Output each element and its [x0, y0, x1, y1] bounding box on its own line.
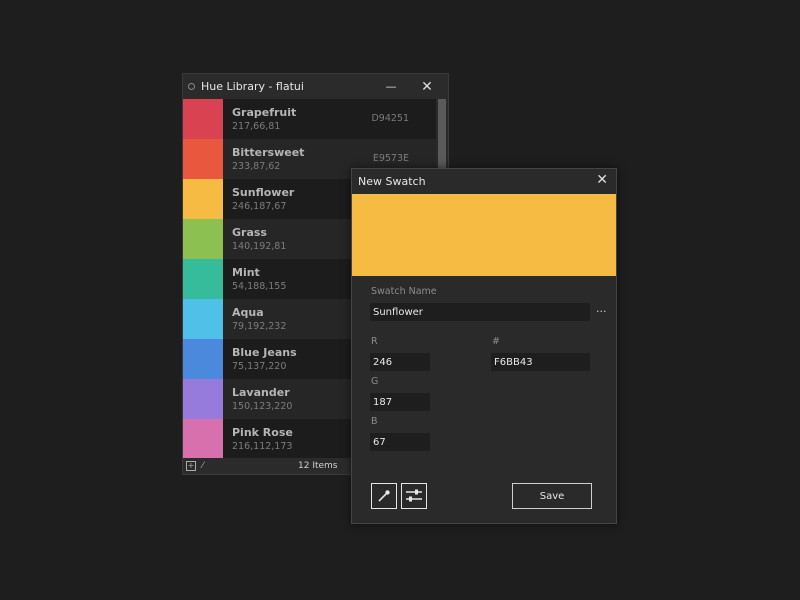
swatch-rgb: 150,123,220	[232, 401, 293, 412]
swatch-color	[183, 259, 223, 299]
save-button[interactable]: Save	[512, 483, 592, 509]
swatch-name: Grapefruit	[232, 106, 297, 119]
swatch-info: Aqua 79,192,232	[223, 299, 286, 339]
dialog-title-bar[interactable]: New Swatch ✕	[352, 169, 616, 194]
dialog-title: New Swatch	[358, 175, 426, 188]
add-swatch-icon[interactable]: +	[186, 461, 196, 471]
more-options-button[interactable]: ···	[596, 305, 607, 318]
eyedropper-icon[interactable]: ⁄	[202, 461, 204, 471]
library-title: Hue Library - flatui	[201, 80, 304, 93]
g-label: G	[371, 376, 379, 387]
swatch-info: Bittersweet 233,87,62	[223, 139, 304, 179]
library-close-button[interactable]: ✕	[412, 74, 442, 99]
new-swatch-dialog: New Swatch ✕ Swatch Name ··· R # G B Sav…	[351, 168, 617, 524]
swatch-rgb: 246,187,67	[232, 201, 287, 212]
swatch-name: Pink Rose	[232, 426, 293, 439]
adjust-sliders-button[interactable]	[401, 483, 427, 509]
swatch-color	[183, 339, 223, 379]
swatch-name: Mint	[232, 266, 260, 279]
item-count: 12 Items	[298, 461, 338, 471]
swatch-color	[183, 219, 223, 259]
swatch-rgb: 140,192,81	[232, 241, 287, 252]
swatch-name-label: Swatch Name	[371, 286, 437, 297]
swatch-color	[183, 139, 223, 179]
r-input[interactable]	[370, 353, 430, 371]
swatch-hex: E9573E	[372, 153, 409, 164]
swatch-info: Grass 140,192,81	[223, 219, 286, 259]
list-item[interactable]: Grapefruit 217,66,81 D94251	[183, 99, 436, 139]
swatch-name: Aqua	[232, 306, 264, 319]
swatch-info: Mint 54,188,155	[223, 259, 286, 299]
swatch-color	[183, 179, 223, 219]
swatch-color	[183, 99, 223, 139]
swatch-rgb: 79,192,232	[232, 321, 287, 332]
swatch-name: Bittersweet	[232, 146, 305, 159]
eyedropper-button[interactable]	[371, 483, 397, 509]
swatch-color	[183, 419, 223, 459]
sliders-icon	[406, 489, 422, 502]
hex-input[interactable]	[491, 353, 590, 371]
swatch-name: Grass	[232, 226, 267, 239]
swatch-info: Lavander 150,123,220	[223, 379, 292, 419]
b-input[interactable]	[370, 433, 430, 451]
swatch-hex: D94251	[371, 113, 409, 124]
swatch-name-input[interactable]	[370, 303, 590, 321]
swatch-color	[183, 379, 223, 419]
hex-label: #	[492, 336, 500, 347]
swatch-rgb: 217,66,81	[232, 121, 281, 132]
swatch-name: Sunflower	[232, 186, 295, 199]
swatch-rgb: 216,112,173	[232, 441, 293, 452]
window-icon	[188, 83, 195, 90]
swatch-info: Blue Jeans 75,137,220	[223, 339, 297, 379]
swatch-rgb: 54,188,155	[232, 281, 287, 292]
swatch-color	[183, 299, 223, 339]
scrollbar-thumb[interactable]	[438, 99, 446, 179]
swatch-info: Pink Rose 216,112,173	[223, 419, 293, 459]
swatch-rgb: 75,137,220	[232, 361, 287, 372]
swatch-name: Blue Jeans	[232, 346, 297, 359]
b-label: B	[371, 416, 378, 427]
swatch-rgb: 233,87,62	[232, 161, 281, 172]
g-input[interactable]	[370, 393, 430, 411]
minimize-button[interactable]: —	[376, 74, 406, 99]
r-label: R	[371, 336, 378, 347]
dialog-close-button[interactable]: ✕	[596, 172, 608, 188]
swatch-info: Grapefruit 217,66,81	[223, 99, 296, 139]
swatch-info: Sunflower 246,187,67	[223, 179, 294, 219]
library-title-bar[interactable]: Hue Library - flatui — ✕	[183, 74, 448, 99]
swatch-name: Lavander	[232, 386, 290, 399]
eyedropper-icon	[378, 490, 390, 502]
color-preview	[352, 194, 616, 276]
